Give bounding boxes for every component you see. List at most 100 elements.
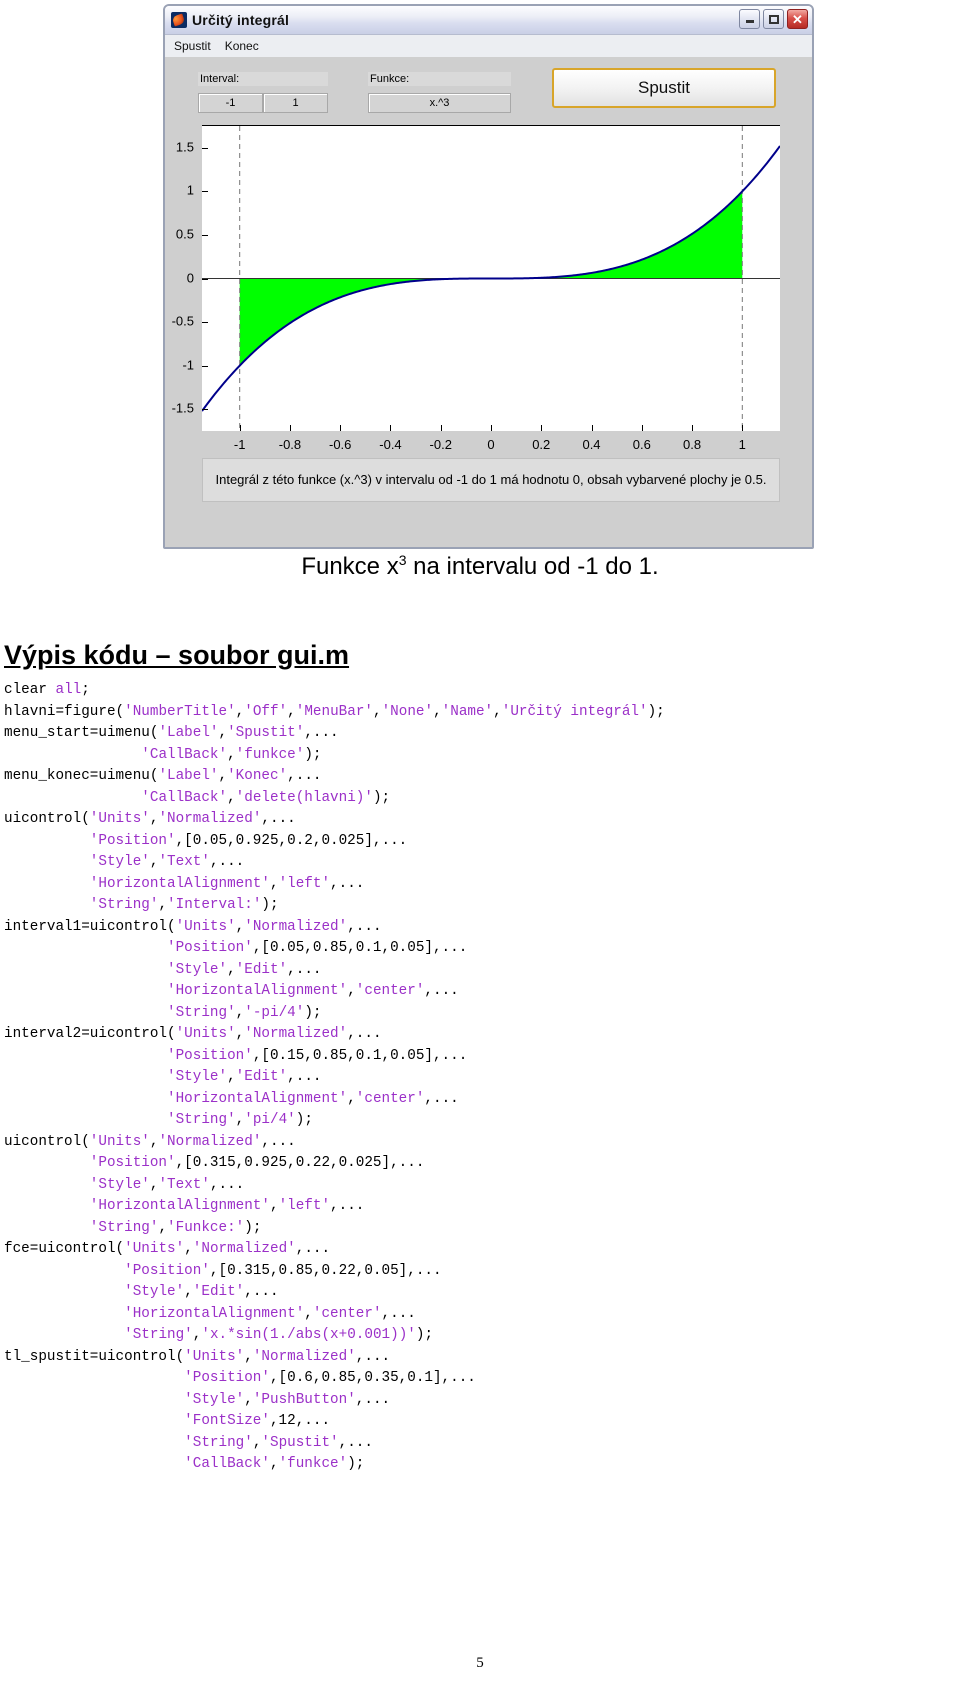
code-token: , <box>227 746 236 763</box>
code-line: 'Position',[0.315,0.925,0.22,0.025],... <box>4 1153 956 1175</box>
code-line: interval2=uicontrol('Units','Normalized'… <box>4 1024 956 1046</box>
code-line: uicontrol('Units','Normalized',... <box>4 1132 956 1154</box>
code-token: 'MenuBar' <box>295 703 373 720</box>
code-token: 'center' <box>355 983 425 999</box>
code-token: ,... <box>381 1305 416 1322</box>
code-token: menu_start=uimenu( <box>4 725 159 741</box>
close-button[interactable]: ✕ <box>787 9 808 29</box>
menu-item-spustit[interactable]: Spustit <box>174 39 211 53</box>
code-token: , <box>347 1090 356 1107</box>
code-token: ,... <box>261 1133 296 1150</box>
x-axis-tick-label: -0.2 <box>429 437 452 452</box>
code-token: ,[0.315,0.925,0.22,0.025],... <box>175 1155 425 1171</box>
code-token: ,... <box>355 1391 391 1408</box>
code-token: 'Units' <box>124 1241 185 1257</box>
code-token: ,... <box>330 875 365 892</box>
code-token: 'Label' <box>158 768 219 784</box>
code-token: ); <box>261 897 279 913</box>
code-token: ,[0.15,0.85,0.1,0.05],... <box>252 1047 468 1064</box>
code-token: ,... <box>347 918 382 935</box>
code-token: 'Edit' <box>235 1069 288 1085</box>
run-button[interactable]: Spustit <box>552 68 776 108</box>
code-line: 'Position',[0.05,0.85,0.1,0.05],... <box>4 938 956 960</box>
code-token: 'PushButton' <box>252 1391 356 1408</box>
code-token: 'Edit' <box>235 961 288 978</box>
code-token: 'Units' <box>175 1026 236 1042</box>
window-button-group: ✕ <box>739 9 808 29</box>
code-line: 'String','Interval:'); <box>4 895 956 917</box>
y-axis-tick-label: 1 <box>186 182 194 198</box>
code-token: ,... <box>209 854 245 870</box>
interval-to-input[interactable]: 1 <box>263 93 328 113</box>
interval-label: Interval: <box>198 72 328 86</box>
code-token: , <box>372 703 382 720</box>
maximize-icon <box>764 10 783 28</box>
code-token: ,... <box>424 983 459 999</box>
code-token: 'Position' <box>167 940 253 956</box>
code-token: uicontrol( <box>4 811 90 827</box>
code-token: 'Normalized' <box>244 1026 348 1042</box>
code-token: , <box>158 897 168 913</box>
code-token: 'center' <box>355 1090 425 1107</box>
code-line: 'Position',[0.15,0.85,0.1,0.05],... <box>4 1046 956 1068</box>
x-axis-tick-label: 0.8 <box>682 437 702 452</box>
code-token: 'HorizontalAlignment' <box>167 983 348 999</box>
y-axis-tick-label: -1.5 <box>171 400 194 416</box>
code-token: , <box>235 1112 245 1128</box>
code-token: ); <box>347 1456 365 1472</box>
maximize-button[interactable] <box>763 9 784 29</box>
code-token: , <box>433 703 442 720</box>
code-token: ); <box>295 1112 313 1128</box>
code-token: 'Normalized' <box>158 811 262 827</box>
code-token: ,[0.6,0.85,0.35,0.1],... <box>269 1370 476 1386</box>
code-line: 'HorizontalAlignment','left',... <box>4 874 956 896</box>
code-token: , <box>235 1004 245 1021</box>
code-line: 'Position',[0.05,0.925,0.2,0.025],... <box>4 831 956 853</box>
code-token: ,[0.05,0.925,0.2,0.025],... <box>175 832 408 849</box>
funkce-input[interactable]: x.^3 <box>368 93 511 113</box>
code-token: 'HorizontalAlignment' <box>124 1305 305 1322</box>
minimize-button[interactable] <box>739 9 760 29</box>
code-token: 'Text' <box>158 854 210 870</box>
code-token: 'String' <box>89 1219 159 1236</box>
y-axis-tick-label: -1 <box>182 357 194 373</box>
code-token: interval1=uicontrol( <box>4 918 176 935</box>
code-line: 'Position',[0.6,0.85,0.35,0.1],... <box>4 1368 956 1390</box>
code-token: ); <box>304 1004 322 1021</box>
code-token: 'Interval:' <box>167 897 262 913</box>
code-token: 'Style' <box>184 1391 245 1408</box>
code-token: 'Edit' <box>192 1284 245 1300</box>
close-icon: ✕ <box>792 11 803 27</box>
code-line: 'CallBack','funkce'); <box>4 1454 956 1476</box>
code-token: 'Spustit' <box>261 1434 339 1451</box>
code-token: , <box>304 1305 313 1322</box>
code-token: ,... <box>424 1090 459 1107</box>
interval-from-input[interactable]: -1 <box>198 93 263 113</box>
code-token: ); <box>244 1219 262 1236</box>
code-line: 'HorizontalAlignment','center',... <box>4 1089 956 1111</box>
code-token: 'Spustit' <box>227 725 305 741</box>
code-line: 'HorizontalAlignment','center',... <box>4 1304 956 1326</box>
code-token: 'String' <box>167 1004 236 1021</box>
code-token: , <box>244 1391 253 1408</box>
code-token: , <box>158 1219 168 1236</box>
code-line: 'String','pi/4'); <box>4 1110 956 1132</box>
code-token: ,... <box>287 961 322 978</box>
matlab-figure-window: Určitý integrál ✕ Spustit Konec Interval… <box>163 4 814 549</box>
code-line: tl_spustit=uicontrol('Units','Normalized… <box>4 1347 956 1369</box>
code-token: , <box>227 1069 236 1085</box>
code-token: 'Style' <box>167 1069 228 1085</box>
menu-item-konec[interactable]: Konec <box>225 39 259 53</box>
window-titlebar[interactable]: Určitý integrál ✕ <box>165 6 812 35</box>
